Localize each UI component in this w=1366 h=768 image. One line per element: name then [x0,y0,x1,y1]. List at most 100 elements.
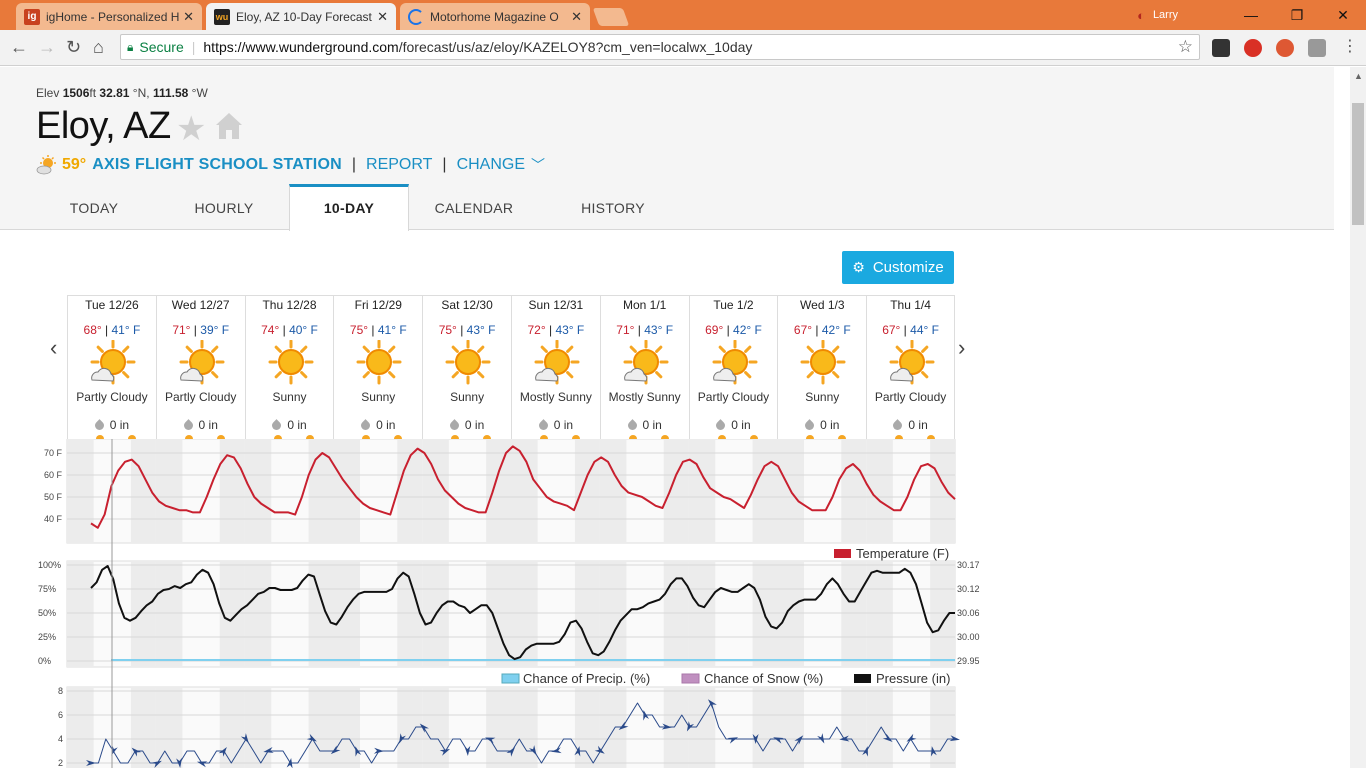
day-temps: 75° | 43° F [438,323,496,337]
close-tab-icon[interactable]: ✕ [377,9,388,25]
back-arrow-icon[interactable]: ← [10,37,28,58]
forecast-day-column[interactable]: Tue 12/26 68° | 41° F Partly Cloudy 0 in [67,296,156,441]
night-band [841,439,867,543]
high-temp: 74° [261,323,280,337]
low-temp: 43° F [466,323,496,337]
extension-lastpass-icon[interactable] [1244,39,1262,57]
high-temp: 67° [882,323,901,337]
bookmark-star-icon[interactable]: ☆ [1178,37,1193,57]
day-temps: 71° | 43° F [616,323,674,337]
night-band [244,561,272,667]
forecast-day-column[interactable]: Sun 12/31 72° | 43° F Mostly Sunny 0 in [510,296,600,441]
forecast-day-column[interactable]: Wed 1/3 67° | 42° F Sunny 0 in [777,296,866,441]
close-window-icon[interactable]: ✕ [1320,7,1366,24]
forecast-day-column[interactable]: Thu 12/28 74° | 40° F Sunny 0 in [244,296,334,441]
close-tab-icon[interactable]: ✕ [183,9,194,25]
sunny-icon [445,340,491,385]
day-name: Tue 12/26 [85,298,139,312]
day-name: Fri 12/29 [354,298,402,312]
home-icon[interactable]: ⌂ [93,37,104,58]
page-scrollbar[interactable]: ▲ [1350,67,1366,768]
night-band [244,439,272,543]
day-name: Thu 12/28 [262,298,317,312]
day-name: Thu 1/4 [890,298,931,312]
extension-puzzle-icon[interactable] [1212,39,1230,57]
reload-icon[interactable]: ↻ [66,37,81,58]
high-temp: 72° [527,323,546,337]
pressure-axis-label: 30.12 [957,584,980,594]
extension-duckduckgo-icon[interactable] [1276,39,1294,57]
raindrop-icon [270,419,284,432]
tab-calendar[interactable]: CALENDAR [409,184,539,230]
browser-tab-wunderground[interactable]: wu Eloy, AZ 10-Day Forecast ✕ [206,3,396,30]
close-tab-icon[interactable]: ✕ [571,9,582,25]
scrollbar-thumb[interactable] [1352,103,1364,225]
night-band [574,561,600,667]
temperature-legend-swatch [834,549,851,558]
tab-today[interactable]: TODAY [29,184,159,230]
pressure-axis-label: 30.00 [957,632,980,642]
tab-history[interactable]: HISTORY [539,184,687,230]
tab-label: Motorhome Magazine O [430,9,559,24]
browser-titlebar: ig igHome - Personalized H ✕ wu Eloy, AZ… [0,0,1366,30]
forward-arrow-icon[interactable]: → [38,37,56,58]
address-bar[interactable]: 🔒︎ Secure | https://www.wunderground.com… [120,34,1200,60]
night-band [155,561,183,667]
night-band [308,687,334,768]
day-temps: 67° | 42° F [793,323,851,337]
low-temp: 40° F [289,323,318,337]
tab-label: Eloy, AZ 10-Day Forecast [236,9,372,24]
previous-days-arrow-icon[interactable]: ‹ [50,335,57,361]
forecast-day-column[interactable]: Mon 1/1 71° | 43° F Mostly Sunny 0 in [599,296,689,441]
forecast-day-column[interactable]: Sat 12/30 75° | 43° F Sunny 0 in [422,296,511,441]
forecast-day-column[interactable]: Thu 1/4 67° | 44° F Partly Cloudy 0 in [866,296,955,441]
set-home-icon[interactable] [214,111,244,141]
chevron-down-icon[interactable]: ﹀ [531,155,545,175]
partly-cloudy-icon [623,340,669,385]
lock-icon: 🔒︎ [127,39,134,54]
night-band [486,439,511,543]
station-name-link[interactable]: AXIS FLIGHT SCHOOL STATION [92,156,342,174]
profile-button[interactable]: ◐ Larry [1137,8,1178,23]
next-days-arrow-icon[interactable]: › [958,335,965,361]
restore-icon[interactable]: ❐ [1274,7,1320,24]
night-band [688,439,716,543]
night-band [155,687,183,768]
extension-generic-icon[interactable] [1308,39,1326,57]
new-tab-button[interactable] [592,8,630,26]
browser-tab-ighome[interactable]: ig igHome - Personalized H ✕ [16,3,202,30]
precip-axis-label: 0% [38,656,51,666]
page-title: Eloy, AZ [36,105,171,147]
temperature-axis-label: 70 F [44,448,63,458]
favorite-star-icon[interactable]: ★ [176,109,206,149]
forecast-day-column[interactable]: Fri 12/29 75° | 41° F Sunny 0 in [333,296,422,441]
day-temps: 71° | 39° F [172,323,230,337]
night-band [155,439,183,543]
forecast-day-grid: Tue 12/26 68° | 41° F Partly Cloudy 0 in… [67,295,955,441]
day-precip: 0 in [512,418,600,432]
snow-legend-swatch [681,673,700,684]
forecast-day-column[interactable]: Wed 12/27 71° | 39° F Partly Cloudy 0 in [155,296,245,441]
browser-tab-motorhome[interactable]: Motorhome Magazine O ✕ [400,3,590,30]
night-band [841,687,867,768]
day-precip: 0 in [690,418,778,432]
tab-hourly[interactable]: HOURLY [159,184,289,230]
low-temp: 42° F [821,323,851,337]
night-band [752,687,778,768]
sunny-icon [800,340,846,385]
tab-10-day[interactable]: 10-DAY [289,184,409,231]
menu-kebab-icon[interactable]: ⋮ [1342,36,1358,56]
day-condition: Partly Cloudy [697,390,770,404]
minimize-icon[interactable]: — [1228,7,1274,23]
scroll-up-arrow-icon[interactable]: ▲ [1354,71,1363,81]
day-precip: 0 in [867,418,954,432]
raindrop-icon [536,419,550,432]
raindrop-icon [448,419,461,432]
night-band [663,439,689,543]
report-link[interactable]: REPORT [366,156,432,174]
forecast-day-column[interactable]: Tue 1/2 69° | 42° F Partly Cloudy 0 in [688,296,778,441]
change-link[interactable]: CHANGE [457,156,525,174]
customize-button[interactable]: ⚙ Customize [842,251,954,284]
day-precip: 0 in [246,418,334,432]
url-path: /forecast/us/az/eloy/KAZELOY8?cm_ven=loc… [398,39,753,55]
